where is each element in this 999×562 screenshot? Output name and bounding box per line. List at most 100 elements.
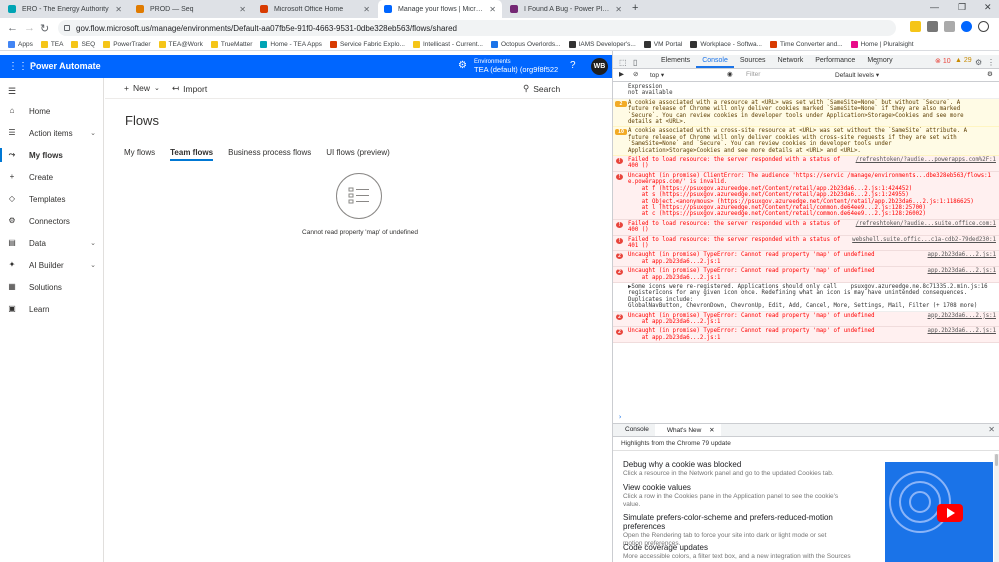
nav-item-home[interactable]: ⌂ Home — [0, 101, 104, 121]
hamburger-icon[interactable]: ☰ — [8, 86, 16, 97]
devtools-menu-icon[interactable]: ⋮ — [987, 58, 995, 67]
console-settings-icon[interactable]: ⚙ — [987, 70, 993, 78]
close-icon[interactable]: ✕ — [363, 5, 370, 14]
whats-new-item[interactable]: Code coverage updates More accessible co… — [623, 543, 873, 561]
bookmark-item[interactable]: Home | Pluralsight — [850, 40, 914, 48]
close-icon[interactable]: ✕ — [489, 5, 496, 14]
close-icon[interactable]: ✕ — [239, 5, 246, 14]
console-prompt-icon[interactable]: › — [618, 413, 622, 420]
play-icon[interactable] — [937, 504, 963, 522]
app-name[interactable]: Power Automate — [30, 61, 101, 71]
bookmark-item[interactable]: PowerTrader — [103, 40, 151, 48]
maximize-icon[interactable]: ❐ — [958, 2, 966, 13]
drawer-scrollbar[interactable] — [994, 454, 999, 562]
close-drawer-icon[interactable]: ✕ — [988, 425, 995, 434]
nav-item-learn[interactable]: ▣ Learn — [0, 299, 104, 319]
avatar[interactable]: WB — [591, 58, 608, 75]
url-field[interactable]: gov.flow.microsoft.us/manage/environment… — [58, 20, 896, 36]
browser-tab[interactable]: PROD — Seq ✕ — [130, 0, 252, 18]
whats-new-item[interactable]: Debug why a cookie was blocked Click a r… — [623, 460, 873, 478]
console-message-error[interactable]: 2 Uncaught (in promise) TypeError: Cannot… — [613, 327, 999, 344]
bookmark-item[interactable]: IAMS Developer's... — [568, 40, 636, 48]
error-count-badge[interactable]: ⊗ 10 — [935, 57, 951, 65]
chevron-down-icon[interactable]: ⌄ — [90, 129, 96, 137]
console-message-info[interactable]: ▶Some icons were re-registered. Applicat… — [613, 283, 999, 312]
devtools-tab-console[interactable]: Console — [696, 55, 734, 68]
eye-icon[interactable]: ◉ — [727, 70, 733, 78]
log-levels-dropdown[interactable]: Default levels ▾ — [835, 71, 879, 79]
console-message-error[interactable]: 2 Uncaught (in promise) TypeError: Cannot… — [613, 311, 999, 328]
console-source-link[interactable]: app.2b23da6...2.js:1 — [928, 328, 996, 334]
bookmark-item[interactable]: TEA@Work — [158, 40, 203, 48]
new-button[interactable]: + New ⌄ — [124, 83, 160, 93]
devtools-tab-network[interactable]: Network — [772, 55, 810, 68]
reload-icon[interactable]: ↻ — [40, 22, 49, 35]
extension-icon[interactable] — [961, 21, 972, 32]
console-message-plain[interactable]: Expression not available — [613, 83, 999, 99]
console-source-link[interactable]: app.2b23da6...2.js:1 — [928, 313, 996, 319]
extension-icon[interactable] — [910, 21, 921, 32]
nav-item-data[interactable]: ▤ Data ⌄ — [0, 233, 104, 253]
nav-item-connectors[interactable]: ⚙ Connectors — [0, 211, 104, 231]
bookmark-item[interactable]: Apps — [8, 40, 33, 48]
tab-team-flows[interactable]: Team flows — [170, 148, 213, 161]
console-source-link[interactable]: /refreshtoken/?audie...powerapps.com%2F:… — [856, 157, 996, 163]
import-button[interactable]: ↤ Import — [172, 83, 207, 94]
browser-tab[interactable]: ERO - The Energy Authority ✕ — [2, 0, 128, 18]
new-tab-icon[interactable]: + — [632, 2, 638, 14]
whats-new-item[interactable]: Simulate prefers-color-scheme and prefer… — [623, 513, 873, 547]
environment-picker[interactable]: Environments TEA (default) (org9f8f522 — [474, 58, 558, 74]
console-message-error[interactable]: ! Failed to load resource: the server res… — [613, 219, 999, 236]
console-message-error[interactable]: 2 Uncaught (in promise) TypeError: Cannot… — [613, 267, 999, 283]
chevron-down-icon[interactable]: ⌄ — [90, 261, 96, 269]
forward-icon[interactable]: → — [24, 22, 35, 34]
minimize-icon[interactable]: — — [930, 2, 939, 12]
console-message-error[interactable]: ! Uncaught (in promise) ClientError: The … — [613, 171, 999, 220]
console-source-link[interactable]: app.2b23da6...2.js:1 — [928, 268, 996, 274]
drawer-tab-whats-new[interactable]: What's New ✕ — [654, 424, 721, 436]
extension-icon[interactable] — [944, 21, 955, 32]
back-icon[interactable]: ← — [7, 22, 18, 34]
drawer-tab-console[interactable]: Console — [619, 424, 655, 436]
tab-business-process-flows[interactable]: Business process flows — [228, 148, 311, 160]
close-icon[interactable]: ✕ — [115, 5, 122, 14]
nav-item-templates[interactable]: ◇ Templates — [0, 189, 104, 209]
bookmark-item[interactable]: Octopus Overlords... — [490, 40, 561, 48]
bookmark-item[interactable]: VM Portal — [643, 40, 682, 48]
console-message-error[interactable]: ! Failed to load resource: the server res… — [613, 156, 999, 172]
tab-ui-flows[interactable]: UI flows (preview) — [326, 148, 390, 160]
extension-icon[interactable] — [927, 21, 938, 32]
profile-icon[interactable] — [978, 21, 989, 32]
bookmark-item[interactable]: SEQ — [71, 40, 95, 48]
settings-icon[interactable]: ⚙ — [975, 58, 982, 67]
nav-item-ai-builder[interactable]: ✦ AI Builder ⌄ — [0, 255, 104, 275]
devtools-tab-sources[interactable]: Sources — [734, 55, 772, 68]
bookmark-item[interactable]: Intellicast - Current... — [412, 40, 483, 48]
browser-tab[interactable]: Microsoft Office Home ✕ — [254, 0, 376, 18]
bookmark-item[interactable]: Home - TEA Apps — [260, 40, 322, 48]
console-source-link[interactable]: webshell.suite.offic...c1a-cdb2-79ded230… — [852, 237, 996, 243]
help-button[interactable]: ? — [570, 60, 576, 71]
bookmark-item[interactable]: TEA — [40, 40, 63, 48]
tab-my-flows[interactable]: My flows — [124, 148, 155, 160]
nav-item-my-flows[interactable]: ⤳ My flows — [0, 145, 104, 165]
bookmark-item[interactable]: Service Fabric Explo... — [329, 40, 405, 48]
devtools-tab-performance[interactable]: Performance — [809, 55, 861, 68]
close-icon[interactable]: ✕ — [615, 5, 622, 14]
clear-console-icon[interactable]: ⊘ — [633, 70, 638, 78]
nav-item-solutions[interactable]: ▦ Solutions — [0, 277, 104, 297]
inspect-icon[interactable]: ⬚ — [619, 58, 627, 67]
console-message-error[interactable]: ! Failed to load resource: the server res… — [613, 235, 999, 252]
bookmark-item[interactable]: TrueMatter — [210, 40, 252, 48]
bookmark-item[interactable]: Workplace - Softwa... — [690, 40, 762, 48]
devtools-tab-memory[interactable]: Memory — [861, 55, 898, 68]
menu-dots-icon[interactable]: ⋮ — [995, 21, 999, 32]
console-filter-input[interactable]: Filter — [746, 71, 831, 78]
console-message-warn[interactable]: 10 A cookie associated with a cross-site … — [613, 127, 999, 157]
devtools-tab-elements[interactable]: Elements — [655, 55, 696, 68]
more-tabs-icon[interactable]: » — [875, 58, 879, 67]
browser-tab[interactable]: I Found A Bug - Power Platform Co ✕ — [504, 0, 628, 18]
bookmark-item[interactable]: Time Converter and... — [769, 40, 843, 48]
search-button[interactable]: ⚲ Search — [523, 83, 560, 94]
warning-count-badge[interactable]: ▲ 29 — [955, 57, 972, 64]
